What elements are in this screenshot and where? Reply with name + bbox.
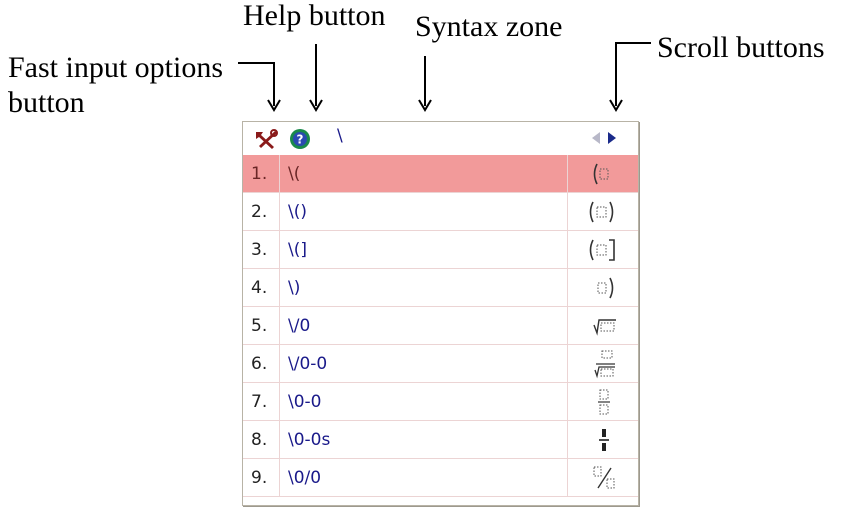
row-command: \/0 [288,316,311,336]
row-command: \/0-0 [288,354,328,374]
row-number: 1. [251,164,268,184]
list-item[interactable]: 4. \) [243,269,638,307]
row-number: 4. [251,278,268,298]
row-command: \0/0 [288,468,322,488]
triangle-right-icon [608,132,616,144]
annotation-arrows [238,42,651,112]
row-command: \) [288,278,301,298]
list-item[interactable]: 3. \(] [243,231,638,269]
small-fraction-icon [568,421,640,458]
list-item[interactable]: 7. \0-0 [243,383,638,421]
list-item[interactable]: 6. \/0-0 [243,345,638,383]
sqrt-icon [568,307,640,344]
scroll-arrow [615,42,651,106]
paren-bracket-icon [568,231,640,268]
help-button[interactable]: ? [289,128,313,150]
list-item[interactable]: 1. \( [243,155,638,193]
fast-input-options-button[interactable] [253,128,278,150]
list-item[interactable]: 5. \/0 [243,307,638,345]
row-number: 6. [251,354,268,374]
paren-close-icon [568,269,640,306]
list-item[interactable]: 2. \() [243,193,638,231]
row-number: 8. [251,430,268,450]
row-number: 9. [251,468,268,488]
row-command: \() [288,202,307,222]
scroll-right-button[interactable] [607,131,619,145]
row-command: \0-0s [288,430,331,450]
svg-text:?: ? [297,133,304,147]
scroll-left-button[interactable] [591,131,603,145]
triangle-left-icon [592,132,600,144]
list-item[interactable]: 8. \0-0s [243,421,638,459]
list-item[interactable]: 9. \0/0 [243,459,638,497]
toolbar: ? \ [243,122,638,156]
row-command: \( [288,164,301,184]
fast-input-arrow [238,62,275,106]
syntax-zone[interactable]: \ [337,126,343,146]
row-number: 5. [251,316,268,336]
paren-pair-icon [568,193,640,230]
slash-fraction-icon [568,459,640,496]
fast-input-panel: ? \ 1. \( 2. \() 3. \(] 4. \) 5. \/0 6. … [242,121,639,506]
paren-open-icon [568,155,640,192]
row-command: \0-0 [288,392,322,412]
nth-root-icon [568,345,640,382]
fraction-icon [568,383,640,420]
row-number: 3. [251,240,268,260]
tools-icon [256,129,278,149]
row-number: 2. [251,202,268,222]
help-icon: ? [290,129,310,149]
row-number: 7. [251,392,268,412]
row-command: \(] [288,240,307,260]
